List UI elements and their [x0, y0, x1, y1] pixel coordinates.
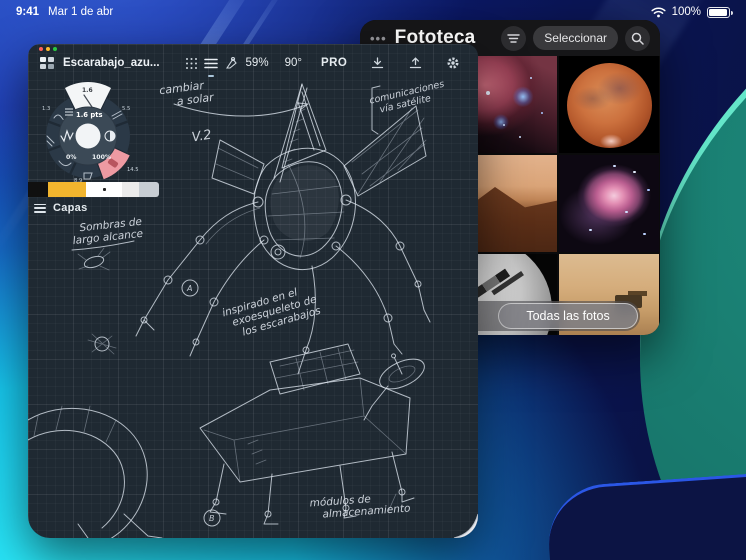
annotation-solar: cambiar a solar [159, 79, 215, 111]
grid-dots-icon [185, 57, 198, 70]
search-button[interactable] [625, 26, 650, 51]
opacity-min-label: 0% [66, 154, 77, 161]
gear-icon [446, 56, 460, 70]
app-logo-icon [40, 57, 54, 69]
swatch-gray[interactable] [139, 182, 159, 197]
tool-wheel[interactable]: 1.6 1.6 pts 0% 100% 1.3 5.5 14.5 8.9 [32, 80, 144, 192]
import-button[interactable] [364, 52, 390, 74]
size-label: 1.3 [42, 106, 50, 112]
swatch-black[interactable] [28, 182, 48, 197]
close-icon[interactable] [39, 47, 43, 51]
layers-icon [34, 204, 46, 213]
tools-panel-button[interactable] [204, 52, 218, 74]
photo-thumbnail-orion[interactable] [559, 155, 659, 252]
zoom-level[interactable]: 59% [241, 57, 274, 69]
select-button[interactable]: Seleccionar [533, 26, 618, 50]
canvas-rotation[interactable]: 90° [280, 57, 307, 69]
list-icon [204, 58, 218, 69]
settings-button[interactable] [440, 52, 466, 74]
search-icon [631, 32, 644, 45]
size-label: 14.5 [127, 167, 139, 173]
annotation-inspired: inspirado en el exoesqueleto de los esca… [221, 282, 322, 343]
photo-thumbnail-marte[interactable] [559, 56, 659, 153]
import-icon [371, 57, 384, 70]
export-icon [409, 57, 422, 70]
filter-button[interactable] [501, 26, 526, 51]
swatch-yellow[interactable] [48, 182, 86, 197]
date: Mar 1 de abr [48, 6, 113, 18]
minimize-icon[interactable] [46, 47, 50, 51]
battery-icon [707, 7, 730, 18]
annotation-storage: módulos de almacenamiento [309, 491, 411, 522]
sketch-toolbar: Escarabajo_azu... 59% 90° [28, 50, 478, 76]
marker-a: A [186, 284, 192, 293]
selected-size-label: 1.6 [82, 87, 93, 94]
zoom-window-icon[interactable] [53, 47, 57, 51]
swatch-light-gray[interactable] [122, 182, 139, 197]
swatch-white-selected[interactable] [86, 182, 122, 197]
color-swatch-bar [28, 182, 159, 197]
export-button[interactable] [402, 52, 428, 74]
grid-menu-button[interactable] [185, 52, 198, 74]
layers-label: Capas [53, 202, 88, 214]
clock: 9:41 [16, 6, 39, 18]
pen-nib-icon [224, 57, 238, 70]
annotation-shadow: Sombras de largo alcance [79, 216, 144, 247]
wifi-icon [651, 7, 666, 18]
annotation-comms: comunicaciones vía satélite [369, 80, 448, 118]
opacity-max-label: 100% [92, 154, 111, 161]
page-curl[interactable] [452, 512, 478, 538]
document-title[interactable]: Escarabajo_azu... [63, 57, 160, 69]
status-bar: 9:41 Mar 1 de abr 100% [0, 0, 746, 24]
tab-todas-las-fotos[interactable]: Todas las fotos [498, 303, 638, 329]
vector-nib-button[interactable] [224, 52, 238, 74]
layers-button[interactable]: Capas [34, 202, 88, 214]
size-label: 5.5 [122, 106, 130, 112]
marker-b: B [209, 514, 215, 523]
annotation-version: V.2 [191, 129, 213, 147]
filter-icon [507, 33, 520, 44]
sketch-app-window: Escarabajo_azu... 59% 90° [28, 44, 478, 538]
wheel-center-button [76, 124, 101, 149]
window-traffic-lights[interactable] [39, 47, 57, 51]
stroke-size-label: 1.6 pts [76, 111, 103, 119]
battery-percent: 100% [672, 6, 701, 18]
pro-badge[interactable]: PRO [313, 57, 355, 69]
